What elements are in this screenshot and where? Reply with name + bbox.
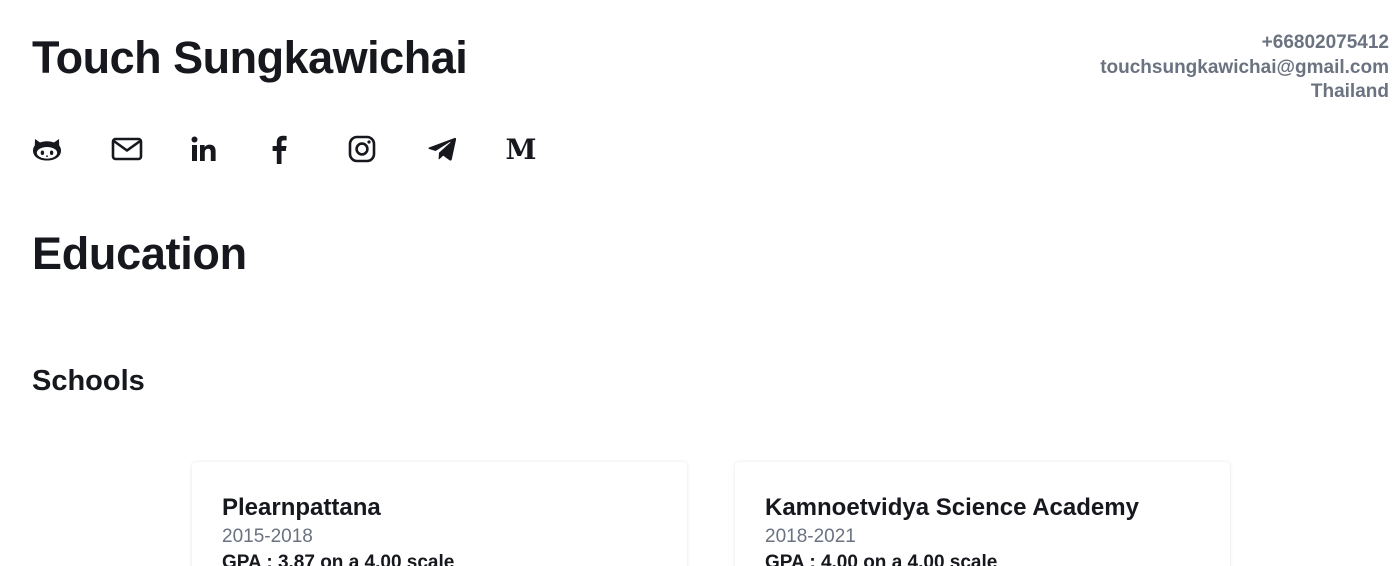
location: Thailand: [1310, 81, 1389, 102]
schools-heading: Schools: [32, 365, 145, 397]
school-name: Kamnoetvidya Science Academy: [765, 494, 1139, 521]
resume-page: Touch Sungkawichai +66802075412 touchsun…: [0, 0, 1400, 566]
phone-number[interactable]: +66802075412: [1100, 31, 1389, 56]
email-address[interactable]: touchsungkawichai@gmail.com: [1100, 56, 1389, 81]
github-icon: [33, 139, 61, 161]
medium-icon: M: [506, 136, 536, 162]
instagram-icon: [348, 135, 376, 163]
school-gpa: GPA : 3.87 on a 4.00 scale: [222, 552, 455, 566]
education-heading: Education: [32, 228, 247, 279]
telegram-icon: [428, 137, 457, 161]
school-name: Plearnpattana: [222, 494, 381, 521]
linkedin-link[interactable]: [190, 133, 269, 165]
telegram-link[interactable]: [427, 133, 506, 165]
school-gpa: GPA : 4.00 on a 4.00 scale: [765, 552, 998, 566]
instagram-link[interactable]: [348, 133, 427, 165]
profile-name: Touch Sungkawichai: [32, 32, 468, 83]
school-card: Plearnpattana 2015-2018 GPA : 3.87 on a …: [192, 462, 687, 566]
facebook-link[interactable]: [269, 133, 348, 165]
medium-link[interactable]: M: [506, 133, 585, 165]
facebook-icon: [272, 135, 287, 164]
linkedin-icon: [191, 136, 216, 161]
school-years: 2018-2021: [765, 526, 856, 547]
mail-icon: [111, 137, 143, 161]
school-years: 2015-2018: [222, 526, 313, 547]
contact-info: +66802075412 touchsungkawichai@gmail.com…: [1100, 31, 1389, 105]
mail-link[interactable]: [111, 133, 190, 165]
svg-text:M: M: [506, 136, 536, 162]
github-link[interactable]: [32, 133, 111, 165]
social-links: M: [32, 133, 585, 165]
school-card: Kamnoetvidya Science Academy 2018-2021 G…: [735, 462, 1230, 566]
